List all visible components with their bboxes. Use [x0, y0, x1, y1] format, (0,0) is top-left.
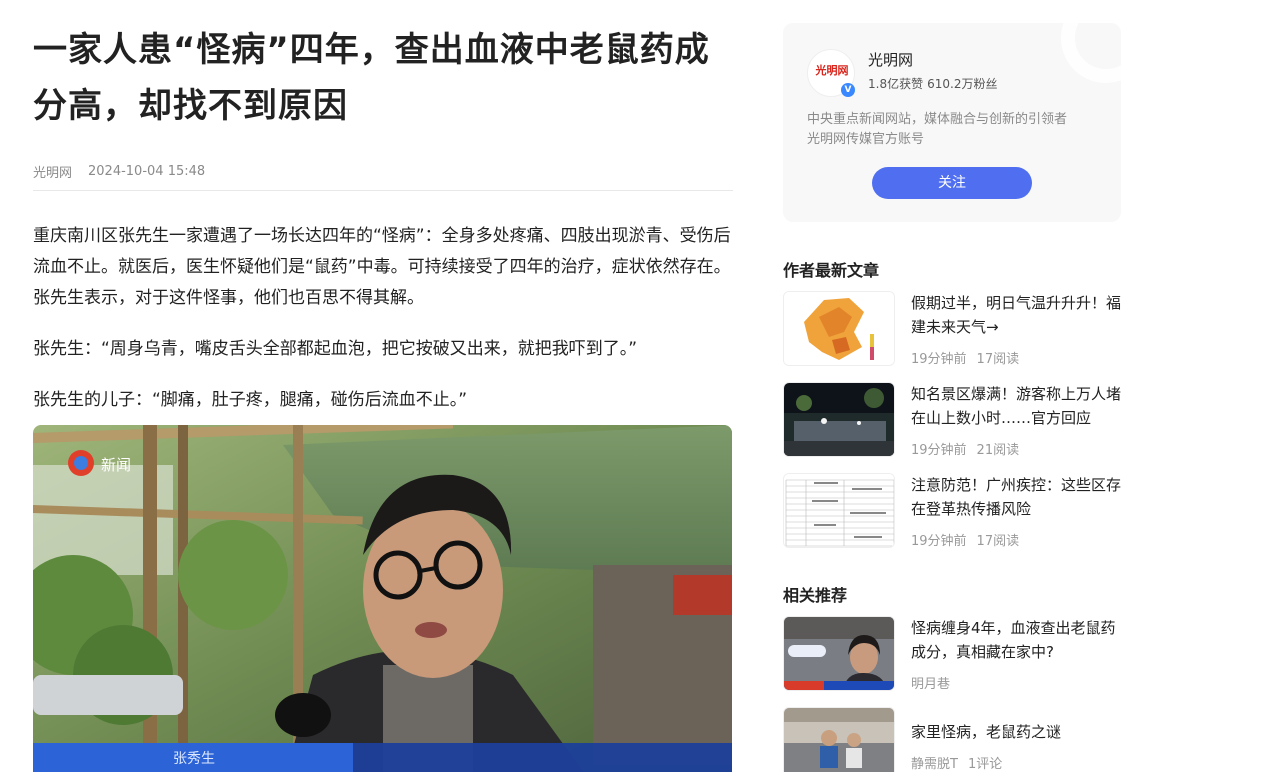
table-image: [784, 474, 894, 547]
tv-logo-text: 新闻: [101, 456, 131, 474]
article-paragraph: 张先生的儿子：“脚痛，肚子疼，腿痛，碰伤后流血不止。”: [33, 390, 468, 410]
thumbnail[interactable]: [783, 291, 895, 366]
list-item[interactable]: 知名景区爆满！游客称上万人堵在山上数小时……官方回应 19分钟前 21阅读: [783, 382, 1121, 458]
item-time: 19分钟前: [911, 443, 967, 458]
article-source[interactable]: 光明网: [33, 162, 72, 181]
item-reads: 17阅读: [976, 352, 1020, 367]
item-meta: 19分钟前 17阅读: [911, 348, 1019, 367]
item-time: 19分钟前: [911, 534, 967, 549]
thumbnail[interactable]: [783, 616, 895, 691]
follow-button[interactable]: 关注: [872, 167, 1032, 199]
list-item[interactable]: 假期过半，明日气温升升升！福建未来天气→ 19分钟前 17阅读: [783, 291, 1121, 367]
thumbnail[interactable]: [783, 707, 895, 772]
divider: [33, 190, 733, 191]
article-paragraph: 重庆南川区张先生一家遭遇了一场长达四年的“怪病”：全身多处疼痛、四肢出现淤青、受…: [33, 226, 731, 308]
item-meta: 19分钟前 17阅读: [911, 530, 1019, 549]
list-item[interactable]: 家里怪病，老鼠药之谜 静需脱T 1评论: [783, 707, 1121, 772]
avatar-logo: 光明网: [815, 64, 849, 77]
author-likes: 1.8亿获赞: [868, 77, 924, 91]
item-title[interactable]: 怪病缠身4年，血液查出老鼠药成分，真相藏在家中?: [911, 616, 1121, 664]
author-fans: 610.2万粉丝: [927, 77, 998, 91]
author-desc-line: 中央重点新闻网站，媒体融合与创新的引领者: [807, 112, 1068, 127]
latest-articles-heading: 作者最新文章: [783, 261, 880, 280]
author-name[interactable]: 光明网: [868, 49, 913, 70]
item-title[interactable]: 知名景区爆满！游客称上万人堵在山上数小时……官方回应: [911, 382, 1121, 430]
related-heading: 相关推荐: [783, 586, 848, 605]
item-meta: 19分钟前 21阅读: [911, 439, 1019, 458]
card-decoration: [1061, 23, 1121, 83]
item-author[interactable]: 静需脱T: [911, 753, 958, 772]
article-photo[interactable]: 新闻 张秀生: [33, 425, 732, 772]
verified-badge-icon: V: [841, 83, 855, 97]
item-title[interactable]: 注意防范！广州疾控：这些区存在登革热传播风险: [911, 473, 1121, 521]
weather-map-image: [784, 292, 894, 365]
author-card: 光明网 V 光明网 1.8亿获赞 610.2万粉丝 中央重点新闻网站，媒体融合与…: [783, 23, 1121, 222]
item-reads: 21阅读: [976, 443, 1020, 458]
thumbnail[interactable]: [783, 382, 895, 457]
item-reads: 17阅读: [976, 534, 1020, 549]
news-woman-image: [784, 617, 894, 690]
family-photo-image: [784, 708, 894, 772]
crowd-night-image: [784, 383, 894, 456]
author-description: 中央重点新闻网站，媒体融合与创新的引领者 光明网传媒官方账号: [807, 110, 1097, 150]
author-stats: 1.8亿获赞 610.2万粉丝: [868, 75, 997, 92]
article-title: 一家人患“怪病”四年，查出血液中老鼠药成分高，却找不到原因: [33, 30, 710, 126]
item-title[interactable]: 假期过半，明日气温升升升！福建未来天气→: [911, 291, 1121, 339]
item-meta: 静需脱T 1评论: [911, 753, 1002, 772]
list-item[interactable]: 注意防范！广州疾控：这些区存在登革热传播风险 19分钟前 17阅读: [783, 473, 1121, 549]
author-desc-line: 光明网传媒官方账号: [807, 132, 925, 147]
avatar[interactable]: 光明网 V: [807, 49, 855, 97]
list-item[interactable]: 怪病缠身4年，血液查出老鼠药成分，真相藏在家中? 明月巷: [783, 616, 1121, 692]
article-datetime: 2024-10-04 15:48: [88, 163, 206, 179]
item-title[interactable]: 家里怪病，老鼠药之谜: [911, 720, 1121, 744]
article-meta: 光明网 2024-10-04 15:48: [33, 156, 733, 186]
thumbnail[interactable]: [783, 473, 895, 548]
item-author[interactable]: 明月巷: [911, 673, 950, 692]
item-comments: 1评论: [967, 757, 1003, 772]
item-time: 19分钟前: [911, 352, 967, 367]
news-photo-illustration: 新闻 张秀生: [33, 425, 732, 772]
item-meta: 明月巷: [911, 673, 950, 692]
article: 一家人患“怪病”四年，查出血液中老鼠药成分高，却找不到原因 光明网 2024-1…: [33, 0, 733, 416]
article-paragraph: 张先生：“周身乌青，嘴皮舌头全部都起血泡，把它按破又出来，就把我吓到了。”: [33, 339, 638, 359]
tv-caption-text: 张秀生: [173, 751, 215, 767]
